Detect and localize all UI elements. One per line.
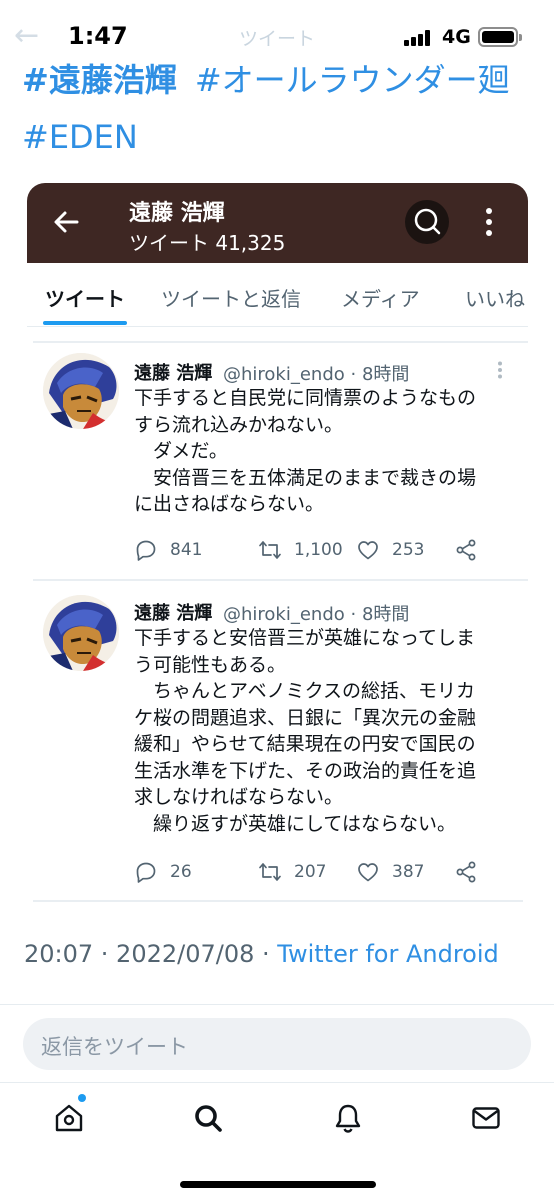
status-bar: ← ツイート 1:47 4G — [0, 0, 554, 66]
hashtag-link[interactable]: #遠藤浩輝 — [22, 61, 177, 99]
messages-icon[interactable] — [470, 1102, 502, 1134]
tweet-hashtags: #遠藤浩輝 #オールラウンダー廻 #EDEN — [22, 58, 542, 172]
share-icon — [456, 861, 476, 883]
bottom-nav — [0, 1082, 554, 1152]
retweet-icon — [259, 863, 281, 881]
tweet-actions: 26 207 387 — [134, 857, 534, 887]
home-indicator[interactable] — [180, 1181, 376, 1188]
heart-icon — [358, 863, 378, 882]
heart-icon — [358, 541, 378, 560]
network-type: 4G — [442, 26, 471, 48]
tab-tweets-and-replies[interactable]: ツイートと返信 — [161, 283, 301, 312]
profile-name: 遠藤 浩輝 — [129, 201, 225, 226]
retweet-button[interactable]: 207 — [258, 857, 326, 887]
embedded-profile-header: 遠藤 浩輝 ツイート 41,325 — [27, 183, 528, 263]
hashtag-link[interactable]: #EDEN — [22, 118, 138, 156]
retweet-icon — [259, 541, 281, 559]
tweet-author-name[interactable]: 遠藤 浩輝 — [134, 359, 212, 385]
tweet-handle-time: @hiroki_endo · 8時間 — [223, 604, 410, 625]
reply-count: 841 — [170, 540, 203, 560]
home-icon[interactable] — [53, 1102, 85, 1134]
share-button[interactable] — [454, 857, 478, 887]
battery-icon — [478, 27, 522, 47]
profile-tabs: ツイート ツイートと返信 メディア いいね — [27, 263, 528, 327]
tab-tweets[interactable]: ツイート — [45, 283, 125, 312]
retweet-button[interactable]: 1,100 — [258, 535, 343, 565]
tweet-author-name[interactable]: 遠藤 浩輝 — [134, 599, 212, 625]
tweet-actions: 841 1,100 253 — [134, 535, 534, 565]
retweet-count: 1,100 — [294, 540, 343, 560]
more-vertical-icon[interactable] — [497, 361, 503, 379]
tweet-date-time: 20:07 · 2022/07/08 · — [24, 940, 278, 968]
avatar[interactable] — [43, 353, 119, 429]
search-icon[interactable] — [192, 1102, 224, 1134]
profile-tweet-count: ツイート 41,325 — [129, 231, 286, 255]
notifications-icon[interactable] — [332, 1102, 364, 1134]
divider — [33, 579, 528, 581]
like-button[interactable]: 387 — [356, 857, 424, 887]
signal-icon — [404, 30, 434, 46]
reply-button[interactable]: 26 — [134, 857, 192, 887]
tweet-text: 下手すると安倍晋三が英雄になってしま う可能性もある。 ちゃんとアベノミクスの総… — [134, 627, 477, 835]
reply-icon — [136, 862, 156, 883]
reply-count: 26 — [170, 862, 192, 882]
active-tab-indicator — [43, 321, 127, 325]
search-button[interactable] — [405, 200, 449, 244]
reply-placeholder: 返信をツイート — [41, 1035, 188, 1059]
divider — [33, 900, 523, 902]
tab-likes[interactable]: いいね — [465, 283, 525, 312]
like-count: 253 — [392, 540, 425, 560]
retweet-count: 207 — [294, 862, 327, 882]
tweet-handle-time: @hiroki_endo · 8時間 — [223, 364, 410, 385]
reply-input[interactable]: 返信をツイート — [23, 1018, 531, 1070]
divider — [33, 341, 528, 343]
tweet-text: 下手すると自民党に同情票のようなもの すら流れ込みかねない。 ダメだ。 安倍晋三… — [134, 387, 477, 515]
reply-button[interactable]: 841 — [134, 535, 202, 565]
avatar[interactable] — [43, 595, 119, 671]
new-content-dot — [78, 1094, 86, 1102]
search-icon — [414, 208, 441, 235]
tweet-timestamp: 20:07 · 2022/07/08 · Twitter for Android — [24, 940, 499, 968]
divider — [0, 1004, 554, 1005]
back-arrow-icon[interactable] — [51, 207, 81, 237]
hashtag-link[interactable]: #オールラウンダー廻 — [195, 61, 510, 99]
tweet-source-link[interactable]: Twitter for Android — [277, 940, 498, 968]
like-button[interactable]: 253 — [356, 535, 424, 565]
tab-media[interactable]: メディア — [341, 283, 420, 312]
reply-icon — [136, 540, 156, 561]
status-time: 1:47 — [68, 22, 128, 50]
share-button[interactable] — [454, 535, 478, 565]
share-icon — [456, 539, 476, 561]
more-vertical-icon[interactable] — [485, 207, 493, 237]
like-count: 387 — [392, 862, 425, 882]
tweet-item[interactable]: 遠藤 浩輝 @hiroki_endo · 8時間 下手すると自民党に同情票のよう… — [27, 327, 528, 579]
tweet-item[interactable]: 遠藤 浩輝 @hiroki_endo · 8時間 下手すると安倍晋三が英雄になっ… — [27, 579, 528, 901]
